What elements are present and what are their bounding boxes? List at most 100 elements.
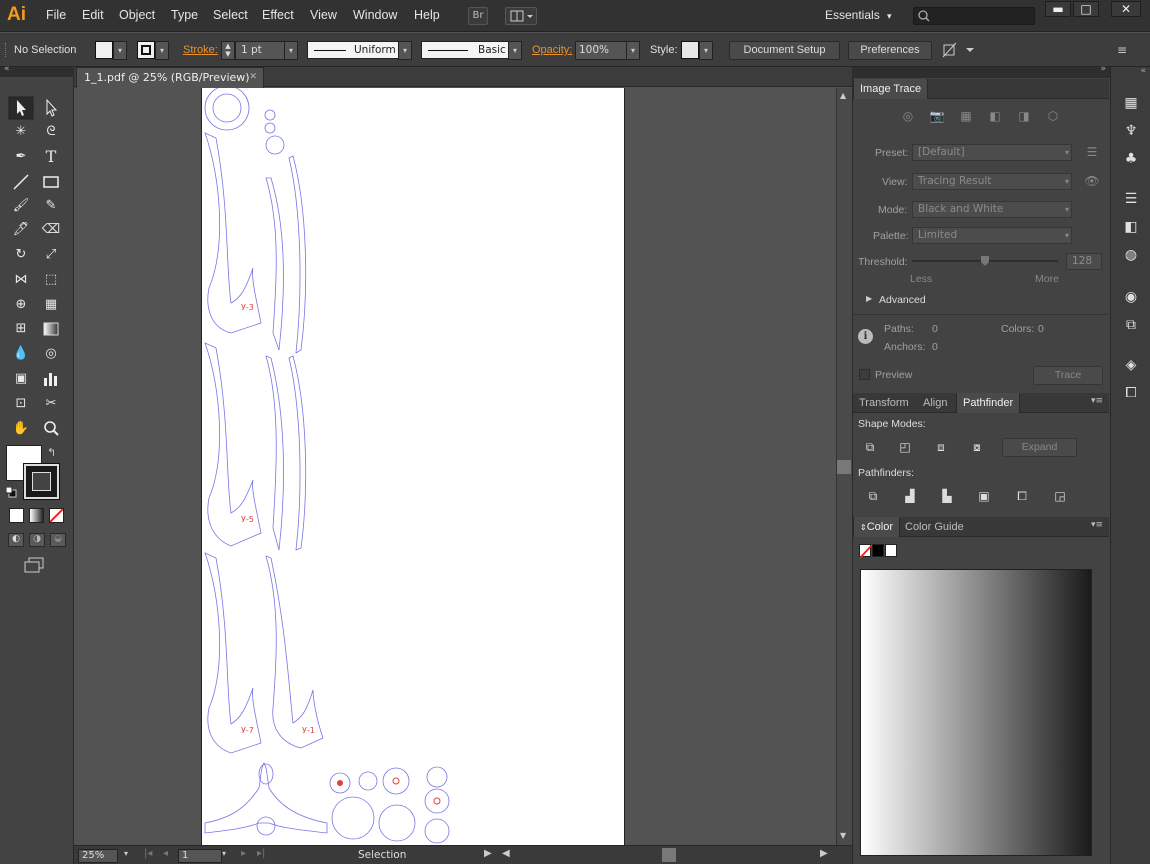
merge-icon[interactable]: ▙: [938, 488, 956, 504]
column-graph-tool-icon[interactable]: [40, 368, 62, 390]
transparency-icon[interactable]: ◍: [1120, 244, 1142, 266]
style-dropdown[interactable]: ▾: [699, 41, 713, 60]
artboard-tool-icon[interactable]: ⊡: [10, 393, 32, 415]
workspace-switcher[interactable]: Essentials ▾: [817, 6, 899, 25]
search-input[interactable]: [913, 7, 1035, 25]
menu-window[interactable]: Window: [353, 8, 397, 22]
menu-type[interactable]: Type: [171, 8, 198, 22]
screen-mode-icon[interactable]: [23, 557, 45, 574]
eyedropper-tool-icon[interactable]: 💧: [10, 343, 32, 365]
maximize-button[interactable]: □: [1073, 1, 1099, 17]
lasso-tool-icon[interactable]: ᘓ: [40, 121, 62, 143]
advanced-toggle[interactable]: Advanced: [879, 294, 926, 306]
menu-object[interactable]: Object: [119, 8, 155, 22]
tab-align[interactable]: Align: [917, 393, 953, 413]
opacity-label[interactable]: Opacity:: [532, 44, 572, 56]
zoom-tool-icon[interactable]: [40, 418, 62, 440]
menu-select[interactable]: Select: [213, 8, 248, 22]
graphic-styles-icon[interactable]: ⧉: [1120, 314, 1142, 336]
control-bar-menu-icon[interactable]: ≡: [1117, 43, 1135, 57]
type-tool-icon[interactable]: T: [40, 146, 62, 168]
swatches-icon[interactable]: ▦: [1120, 92, 1142, 114]
trim-icon[interactable]: ▟: [901, 488, 919, 504]
arrange-documents-button[interactable]: [505, 7, 537, 25]
menu-help[interactable]: Help: [414, 8, 440, 22]
fill-swatch[interactable]: [95, 41, 113, 59]
artwork[interactable]: У-3 У-5 У-7 У-1: [201, 88, 461, 845]
unite-icon[interactable]: ⧉: [861, 439, 879, 455]
slice-tool-icon[interactable]: ✂: [40, 393, 62, 415]
minimize-button[interactable]: ▬: [1045, 1, 1071, 17]
color-mode-icon[interactable]: [9, 508, 24, 523]
shape-builder-tool-icon[interactable]: ⊕: [10, 294, 32, 316]
symbols-icon[interactable]: ♣: [1120, 148, 1142, 170]
scroll-thumb[interactable]: [837, 460, 851, 474]
gradient-tool-icon[interactable]: [40, 318, 62, 340]
symbol-sprayer-tool-icon[interactable]: ▣: [10, 368, 32, 390]
brushes-icon[interactable]: ♆: [1120, 120, 1142, 142]
blend-tool-icon[interactable]: ◎: [40, 343, 62, 365]
opacity-field[interactable]: 100%: [575, 41, 627, 60]
tab-image-trace[interactable]: Image Trace: [853, 79, 929, 99]
rectangle-tool-icon[interactable]: [40, 171, 62, 193]
minus-back-icon[interactable]: ◲: [1051, 488, 1069, 504]
expand-icon[interactable]: «: [1140, 66, 1146, 76]
advanced-disclosure-icon[interactable]: ▶: [866, 294, 872, 303]
style-swatch[interactable]: [681, 41, 699, 59]
blob-brush-tool-icon[interactable]: 🖊: [10, 219, 32, 241]
outline-pathfinder-icon[interactable]: ⧠: [1013, 488, 1031, 504]
document-setup-button[interactable]: Document Setup: [729, 41, 840, 60]
brush-select[interactable]: Basic: [421, 41, 509, 59]
close-tab-icon[interactable]: ✕: [249, 68, 257, 87]
tab-pathfinder[interactable]: Pathfinder: [956, 393, 1021, 413]
stroke-weight-stepper[interactable]: ▲ ▼: [221, 41, 235, 60]
rotate-tool-icon[interactable]: ↻: [10, 244, 32, 266]
perspective-grid-tool-icon[interactable]: ▦: [40, 294, 62, 316]
scroll-up-icon[interactable]: ▲: [840, 91, 846, 100]
first-artboard-icon[interactable]: |◂: [144, 848, 152, 859]
gradient-panel-icon[interactable]: ◧: [1120, 216, 1142, 238]
stroke-dropdown[interactable]: ▾: [155, 41, 169, 60]
width-tool-icon[interactable]: ⋈: [10, 269, 32, 291]
hand-tool-icon[interactable]: ✋: [10, 418, 32, 440]
magic-wand-tool-icon[interactable]: ✳: [10, 121, 32, 143]
none-swatch[interactable]: [859, 544, 872, 558]
free-transform-tool-icon[interactable]: ⬚: [40, 269, 62, 291]
tab-transform[interactable]: Transform: [853, 393, 915, 413]
line-tool-icon[interactable]: [10, 171, 32, 193]
scroll-left-icon[interactable]: ◀: [502, 848, 510, 859]
layers-icon[interactable]: ◈: [1120, 354, 1142, 376]
pencil-tool-icon[interactable]: ✎: [40, 195, 62, 217]
tools-panel-header[interactable]: «: [0, 64, 74, 77]
close-button[interactable]: ✕: [1111, 1, 1141, 17]
selection-tool-icon[interactable]: [10, 97, 32, 119]
vertical-scrollbar[interactable]: ▲ ▼: [836, 88, 852, 845]
stroke-profile-dropdown[interactable]: ▾: [398, 41, 412, 60]
opacity-dropdown[interactable]: ▾: [626, 41, 640, 60]
tab-color-guide[interactable]: Color Guide: [899, 517, 970, 537]
menu-file[interactable]: File: [46, 8, 66, 22]
draw-normal-icon[interactable]: ◐: [8, 533, 24, 547]
preferences-button[interactable]: Preferences: [848, 41, 932, 60]
exclude-icon[interactable]: ⧇: [968, 439, 986, 455]
white-swatch[interactable]: [885, 544, 897, 557]
scroll-down-icon[interactable]: ▼: [840, 831, 846, 840]
intersect-icon[interactable]: ⧈: [932, 439, 950, 455]
crop-icon[interactable]: ▣: [975, 488, 993, 504]
prev-artboard-icon[interactable]: ◂: [163, 848, 168, 859]
stroke-swatch[interactable]: [137, 41, 155, 59]
menu-view[interactable]: View: [310, 8, 337, 22]
draw-behind-icon[interactable]: ◑: [29, 533, 45, 547]
panel-menu-icon[interactable]: ▾≡: [1091, 520, 1103, 530]
bridge-button[interactable]: Br: [468, 7, 488, 25]
panel-menu-icon[interactable]: ▾≡: [1091, 396, 1103, 406]
artboard-dropdown[interactable]: ▾: [222, 849, 226, 858]
eraser-tool-icon[interactable]: ⌫: [40, 219, 62, 241]
none-mode-icon[interactable]: [49, 508, 64, 523]
swap-fill-stroke-icon[interactable]: ↰: [47, 446, 56, 459]
last-artboard-icon[interactable]: ▸|: [257, 848, 265, 859]
stroke-color-box[interactable]: [23, 463, 60, 500]
document-tab[interactable]: 1_1.pdf @ 25% (RGB/Preview) ✕: [76, 67, 264, 88]
fill-dropdown[interactable]: ▾: [113, 41, 127, 60]
brush-dropdown[interactable]: ▾: [508, 41, 522, 60]
